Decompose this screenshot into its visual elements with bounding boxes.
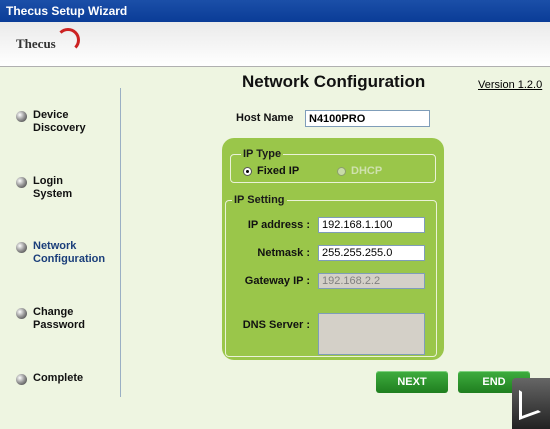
sidebar-step-network-configuration: Network Configuration — [16, 240, 113, 266]
step-bullet-icon — [16, 177, 27, 188]
step-label: Device Discovery — [33, 109, 86, 134]
logo-swoosh-icon — [56, 28, 80, 52]
ip-setting-legend: IP Setting — [232, 194, 287, 207]
sidebar-step-change-password: Change Password — [16, 306, 113, 332]
fixed-ip-label: Fixed IP — [257, 165, 300, 177]
dhcp-label: DHCP — [351, 165, 383, 177]
next-button[interactable]: NEXT — [376, 371, 448, 393]
step-label: Complete — [33, 372, 84, 384]
network-settings-panel: IP Type Fixed IP DHCP IP Setting IP addr… — [222, 138, 444, 360]
step-bullet-icon — [16, 374, 27, 385]
gateway-ip-input[interactable] — [318, 273, 425, 289]
step-label: Network Configuration — [33, 240, 106, 265]
fixed-ip-radio[interactable]: Fixed IP — [243, 165, 299, 177]
step-label: Login System — [33, 175, 73, 200]
version-link[interactable]: Version 1.2.0 — [478, 79, 542, 91]
sidebar-divider — [120, 88, 121, 397]
dns-server-input[interactable] — [318, 313, 425, 355]
radio-unchecked-icon — [337, 166, 346, 176]
window-titlebar: Thecus Setup Wizard — [0, 0, 550, 22]
host-name-input[interactable] — [305, 110, 430, 127]
watermark-logo — [512, 378, 550, 429]
ip-address-label: IP address : — [247, 219, 310, 231]
ip-setting-group: IP Setting IP address : Netmask : Gatewa… — [225, 194, 437, 357]
step-bullet-icon — [16, 242, 27, 253]
window-title: Thecus Setup Wizard — [6, 4, 128, 18]
watermark-mark-icon — [519, 381, 541, 421]
netmask-label: Netmask : — [257, 247, 310, 259]
step-bullet-icon — [16, 308, 27, 319]
dns-server-label: DNS Server : — [242, 319, 310, 331]
sidebar-step-complete: Complete — [16, 372, 113, 385]
sidebar-step-device-discovery: Device Discovery — [16, 109, 113, 135]
netmask-input[interactable] — [318, 245, 425, 261]
page-title: Network Configuration — [242, 72, 426, 91]
sidebar-step-login-system: Login System — [16, 175, 113, 201]
step-label: Change Password — [33, 306, 85, 331]
logo-text: Thecus — [16, 36, 56, 51]
radio-checked-icon — [243, 166, 252, 176]
ip-type-group: IP Type Fixed IP DHCP — [230, 148, 436, 183]
ip-address-input[interactable] — [318, 217, 425, 233]
host-name-label: Host Name — [236, 112, 294, 124]
ip-type-legend: IP Type — [241, 148, 284, 161]
step-bullet-icon — [16, 111, 27, 122]
header-banner: Thecus — [0, 22, 550, 67]
dhcp-radio[interactable]: DHCP — [337, 165, 382, 177]
gateway-ip-label: Gateway IP : — [244, 275, 310, 287]
